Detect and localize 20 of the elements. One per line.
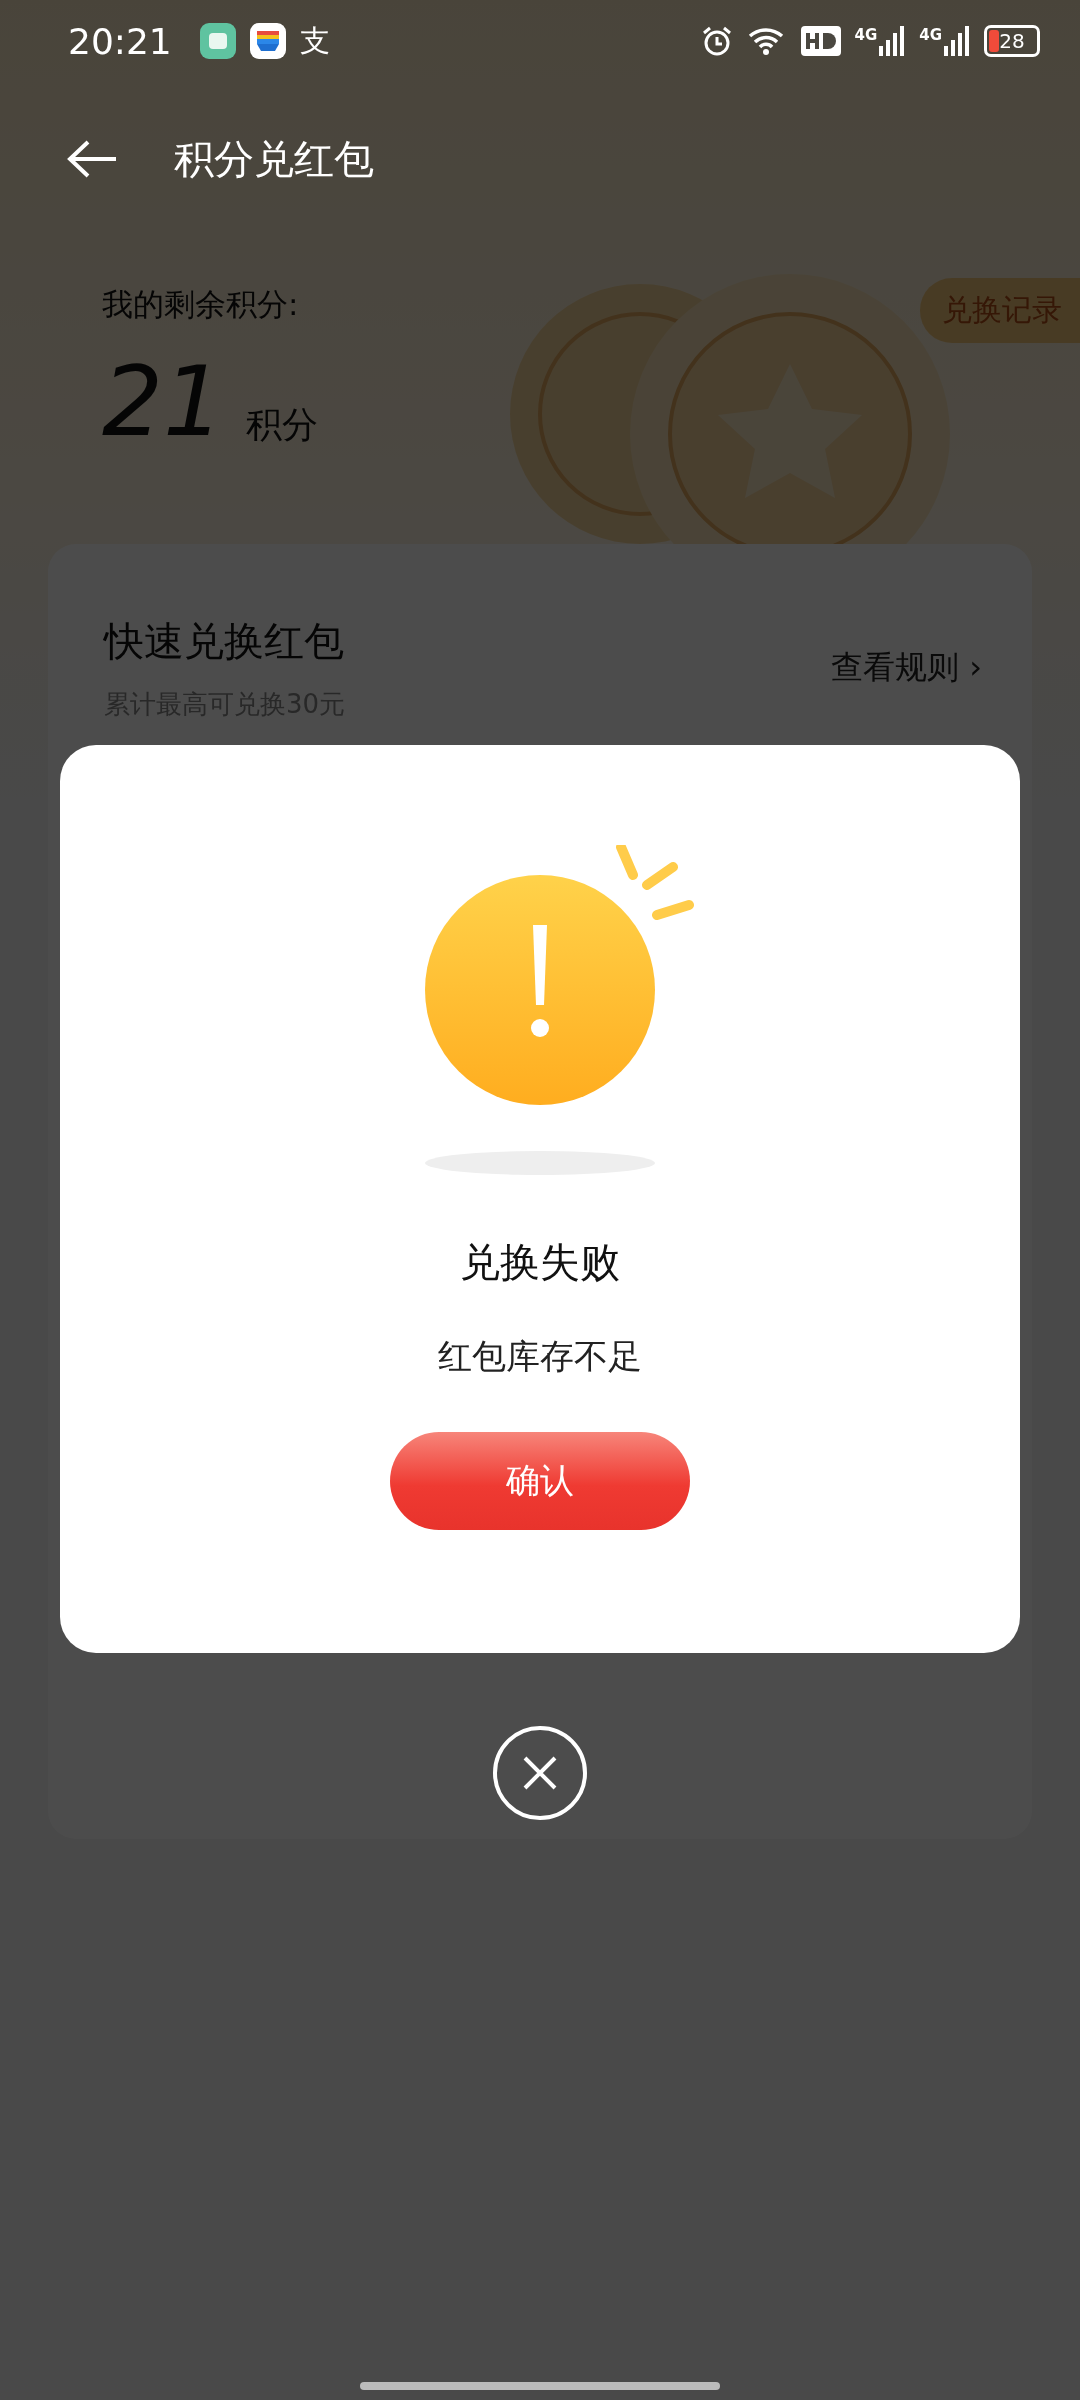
alarm-icon xyxy=(700,25,733,57)
signal-icon xyxy=(879,26,906,56)
status-time: 20:21 xyxy=(68,20,172,62)
confirm-button[interactable]: 确认 xyxy=(390,1432,690,1530)
dialog-title: 兑换失败 xyxy=(460,1238,620,1287)
back-icon[interactable] xyxy=(66,139,118,179)
network-type: 4G xyxy=(854,26,878,44)
dialog-message: 红包库存不足 xyxy=(438,1335,642,1378)
network-type: 4G xyxy=(919,26,942,44)
app-notification-char: 支 xyxy=(299,21,330,60)
points-unit: 积分 xyxy=(246,403,319,447)
page-title: 积分兑红包 xyxy=(174,134,374,184)
wallet-icon xyxy=(249,23,286,59)
hd-icon xyxy=(800,26,841,56)
points-value: 21 xyxy=(102,354,225,450)
app-icon xyxy=(199,23,236,59)
close-icon[interactable] xyxy=(492,1725,588,1821)
signal-icon xyxy=(944,26,970,56)
points-label: 我的剩余积分: xyxy=(102,285,300,324)
card-title: 快速兑换红包 xyxy=(104,617,345,666)
